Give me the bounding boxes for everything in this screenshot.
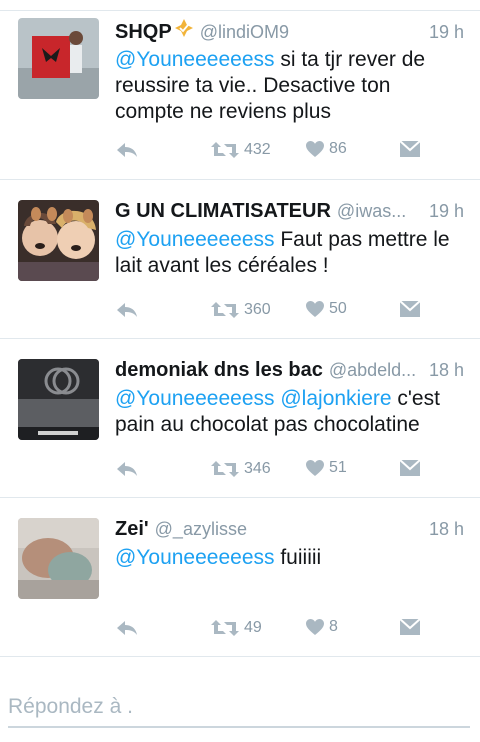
avatar[interactable] [18, 518, 99, 599]
tweet-actions: 346 51 [115, 459, 464, 483]
direct-message-button[interactable] [399, 459, 421, 477]
user-handle[interactable]: @abdeld... [329, 360, 421, 381]
like-count: 50 [329, 300, 347, 317]
retweet-icon [211, 302, 239, 318]
direct-message-button[interactable] [399, 618, 421, 636]
retweet-button[interactable]: 346 [210, 459, 271, 479]
mention-link[interactable]: @Youneeeeeess [115, 228, 275, 251]
like-button[interactable]: 86 [305, 140, 347, 158]
reply-input[interactable]: Répondez à . [8, 692, 470, 728]
reply-icon [117, 143, 137, 157]
tweet[interactable]: SHQP @lindiOM9 19 h @Youneeeeeess si ta … [0, 10, 480, 180]
mention-link[interactable]: @Youneeeeeess [115, 546, 275, 569]
tweet[interactable]: G UN CLIMATISATEUR @iwas... 19 h @Younee… [0, 180, 480, 339]
reply-button[interactable] [115, 618, 139, 638]
retweet-count: 432 [244, 141, 271, 158]
timestamp[interactable]: 18 h [429, 360, 464, 381]
reply-icon [117, 462, 137, 476]
direct-message-icon [399, 300, 421, 317]
like-count: 86 [329, 140, 347, 157]
user-handle[interactable]: @lindiOM9 [200, 22, 421, 43]
like-button[interactable]: 51 [305, 459, 347, 477]
avatar[interactable] [18, 200, 99, 281]
reply-button[interactable] [115, 140, 139, 160]
tweet-text: @Youneeeeeess si ta tjr rever de reussir… [115, 47, 464, 125]
verified-badge-icon [174, 19, 193, 37]
mention-link[interactable]: @Youneeeeeess [115, 48, 275, 71]
retweet-button[interactable]: 432 [210, 140, 271, 160]
retweet-count: 360 [244, 301, 271, 318]
retweet-button[interactable]: 49 [210, 618, 262, 638]
tweet-actions: 360 50 [115, 300, 464, 324]
direct-message-icon [399, 459, 421, 476]
tweet-header: SHQP @lindiOM9 19 h [115, 18, 464, 44]
user-name[interactable]: SHQP [115, 21, 172, 44]
user-name[interactable]: Zei' [115, 518, 149, 541]
direct-message-icon [399, 618, 421, 635]
tweet-actions: 432 86 [115, 140, 464, 164]
user-handle[interactable]: @iwas... [337, 201, 421, 222]
direct-message-icon [399, 140, 421, 157]
like-button[interactable]: 50 [305, 300, 347, 318]
reply-composer: Répondez à . [0, 684, 480, 734]
reply-button[interactable] [115, 459, 139, 479]
tweet-text: @Youneeeeeess @lajonkiere c'est pain au … [115, 386, 464, 438]
tweet-text: @Youneeeeeess Faut pas mettre le lait av… [115, 227, 464, 279]
like-count: 8 [329, 618, 338, 635]
retweet-button[interactable]: 360 [210, 300, 271, 320]
tweet-text: @Youneeeeeess fuiiiii [115, 545, 464, 571]
tweet[interactable]: Zei' @_azylisse 18 h @Youneeeeeess fuiii… [0, 498, 480, 657]
user-name[interactable]: G UN CLIMATISATEUR [115, 200, 331, 223]
avatar[interactable] [18, 18, 99, 99]
tweet[interactable]: demoniak dns les bac @abdeld... 18 h @Yo… [0, 339, 480, 498]
like-button[interactable]: 8 [305, 618, 338, 636]
tweet-text-segment: fuiiiii [274, 546, 322, 569]
reply-button[interactable] [115, 300, 139, 320]
retweet-icon [211, 620, 239, 636]
timestamp[interactable]: 18 h [429, 519, 464, 540]
reply-icon [117, 621, 137, 635]
heart-icon [306, 301, 324, 317]
tweet-header: Zei' @_azylisse 18 h [115, 518, 464, 544]
tweet-header: G UN CLIMATISATEUR @iwas... 19 h [115, 200, 464, 226]
timestamp[interactable]: 19 h [429, 22, 464, 43]
like-count: 51 [329, 459, 347, 476]
mention-link[interactable]: @lajonkiere [280, 387, 391, 410]
retweet-icon [211, 461, 239, 477]
tweet-header: demoniak dns les bac @abdeld... 18 h [115, 359, 464, 385]
direct-message-button[interactable] [399, 300, 421, 318]
reply-icon [117, 303, 137, 317]
retweet-count: 49 [244, 619, 262, 636]
avatar[interactable] [18, 359, 99, 440]
heart-icon [306, 460, 324, 476]
heart-icon [306, 619, 324, 635]
retweet-count: 346 [244, 460, 271, 477]
user-name[interactable]: demoniak dns les bac [115, 359, 323, 382]
heart-icon [306, 141, 324, 157]
retweet-icon [211, 142, 239, 158]
direct-message-button[interactable] [399, 140, 421, 158]
tweet-actions: 49 8 [115, 618, 464, 642]
reply-placeholder: Répondez à . [8, 695, 133, 718]
timestamp[interactable]: 19 h [429, 201, 464, 222]
user-handle[interactable]: @_azylisse [155, 519, 421, 540]
mention-link[interactable]: @Youneeeeeess [115, 387, 275, 410]
